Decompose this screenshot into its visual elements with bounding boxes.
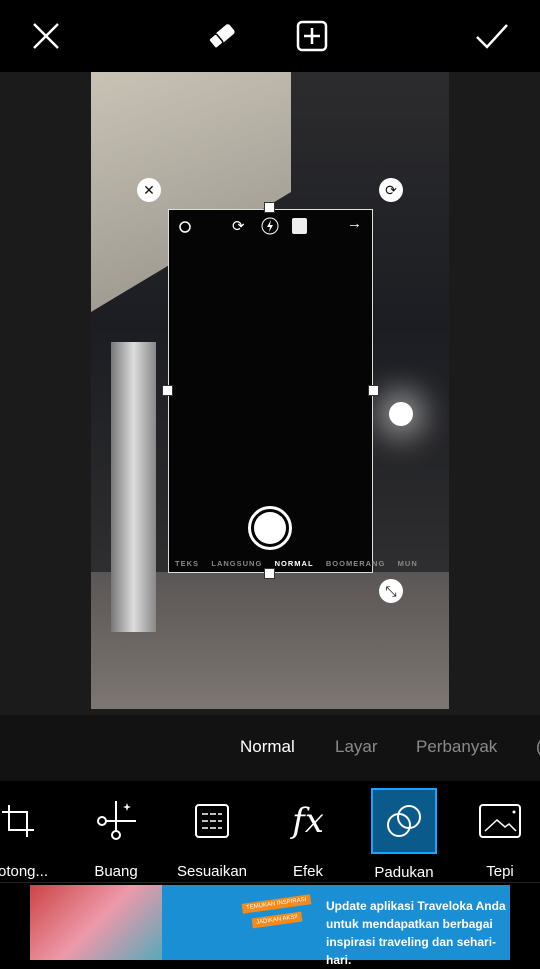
ad-banner[interactable]: TEMUKAN INSPIRASI JADIKAN AKSI! Update a…: [30, 885, 510, 967]
mode-label: LANGSUNG: [211, 559, 263, 568]
resize-handle-right[interactable]: [368, 385, 379, 396]
resize-handle-left[interactable]: [162, 385, 173, 396]
tool-padukan[interactable]: Padukan: [359, 788, 449, 881]
add-button[interactable]: [290, 14, 334, 58]
check-icon: [476, 24, 508, 49]
circle-icon: [179, 221, 191, 233]
rotate-icon: ⟳: [385, 181, 397, 198]
tool-efek[interactable]: fx Efek: [263, 789, 353, 880]
eraser-icon: [208, 24, 235, 49]
border-image-icon: [479, 804, 521, 838]
eraser-button[interactable]: [200, 14, 244, 58]
mode-label: BOOMERANG: [325, 559, 386, 568]
sticker-layer[interactable]: ⟳ → TEKS LANGSUNG NORMAL BOOMERANG MUN: [168, 209, 417, 573]
adjust-icon: [195, 804, 229, 838]
close-icon: ✕: [143, 181, 155, 198]
blend-more[interactable]: (: [536, 737, 540, 757]
close-button[interactable]: [24, 14, 68, 58]
tool-crop[interactable]: Potong...: [0, 789, 63, 880]
editor-canvas: ⟳ → TEKS LANGSUNG NORMAL BOOMERANG MUN ✕…: [0, 72, 540, 715]
tool-buang[interactable]: Buang: [71, 789, 161, 880]
crop-icon: [2, 805, 34, 837]
ad-image: [30, 885, 162, 960]
resize-icon: ⤡: [385, 582, 397, 599]
top-toolbar: [0, 0, 540, 72]
ad-badge: JADIKAN AKSI!: [251, 911, 303, 929]
remove-sticker-button[interactable]: ✕: [137, 178, 161, 202]
switch-camera-icon: ⟳: [232, 218, 245, 235]
arrow-right-icon: →: [347, 215, 362, 232]
tool-tepi[interactable]: Tepi: [455, 789, 540, 880]
flash-icon: [261, 217, 279, 235]
fx-icon: fx: [292, 801, 324, 841]
mode-label: MUN: [397, 559, 418, 568]
mode-label-active: NORMAL: [274, 559, 314, 568]
scale-button[interactable]: ⤡: [379, 579, 403, 603]
resize-handle-bottom[interactable]: [264, 568, 275, 579]
blend-perbanyak[interactable]: Perbanyak: [416, 737, 497, 757]
scissors-magic-icon: [97, 801, 136, 840]
blend-normal[interactable]: Normal: [240, 737, 295, 757]
mode-label: TEKS: [175, 559, 200, 568]
resize-handle-top[interactable]: [264, 202, 275, 213]
tool-bar: Potong... Buang Sesuaikan fxEfek Padukan…: [0, 781, 540, 883]
add-icon: [296, 20, 328, 52]
tool-sesuaikan[interactable]: Sesuaikan: [167, 789, 257, 880]
blend-layar[interactable]: Layar: [335, 737, 378, 757]
blend-icon: [387, 805, 421, 837]
blend-mode-bar: Normal Layar Perbanyak (: [0, 715, 540, 781]
shutter-icon: [248, 506, 292, 550]
rotate-button[interactable]: ⟳: [379, 178, 403, 202]
gallery-icon: [292, 218, 307, 234]
ad-text: Update aplikasi Traveloka Anda untuk mend…: [326, 899, 506, 967]
close-icon: [33, 23, 59, 49]
apply-button[interactable]: [470, 14, 514, 58]
